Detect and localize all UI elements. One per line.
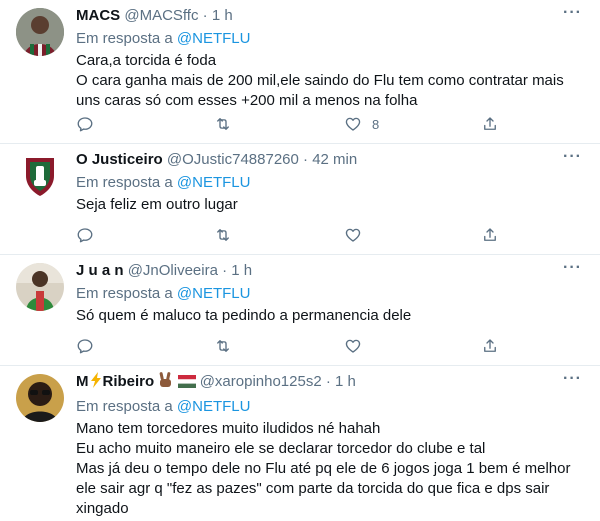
reply-button[interactable] <box>76 115 94 133</box>
timestamp[interactable]: 1 h <box>335 373 356 390</box>
mention-link[interactable]: @NETFLU <box>177 398 251 415</box>
reply-prefix: Em resposta a <box>76 30 173 47</box>
user-handle[interactable]: @JnOliveeira <box>128 262 218 279</box>
timestamp[interactable]: 1 h <box>231 262 252 279</box>
retweet-button[interactable] <box>214 115 232 133</box>
tweet-text: Seja feliz em outro lugar <box>76 195 588 215</box>
like-button[interactable]: 8 <box>344 115 379 133</box>
reply-prefix: Em resposta a <box>76 398 173 415</box>
reply-icon <box>77 228 93 243</box>
user-handle[interactable]: @MACSffc <box>124 7 198 24</box>
separator-dot: · <box>202 7 208 24</box>
tweet-line: Seja feliz em outro lugar <box>76 196 238 213</box>
tweet-line: Só quem é maluco ta pedindo a permanenci… <box>76 307 412 324</box>
tweet[interactable]: M Ribeiro @xaropinho125s2 · 1 h Em respos… <box>0 366 600 521</box>
like-button[interactable] <box>344 337 362 355</box>
display-name[interactable]: O Justiceiro <box>76 151 163 168</box>
like-count: 8 <box>372 116 380 132</box>
tweet-text: Cara,a torcida é foda O cara ganha mais … <box>76 51 588 111</box>
tweet[interactable]: J u a n @JnOliveeira · 1 h Em resposta a… <box>0 255 600 366</box>
display-name-suffix: Ribeiro <box>102 373 155 390</box>
avatar[interactable] <box>16 374 64 422</box>
mention-link[interactable]: @NETFLU <box>177 30 251 47</box>
retweet-icon <box>217 118 229 130</box>
more-icon[interactable]: ··· <box>563 260 582 276</box>
timestamp[interactable]: 1 h <box>212 7 233 24</box>
action-bar <box>76 226 600 246</box>
share-icon <box>484 117 496 130</box>
like-button[interactable] <box>344 226 362 244</box>
display-name-prefix: M <box>76 373 89 390</box>
retweet-button[interactable] <box>214 226 232 244</box>
more-icon[interactable]: ··· <box>563 149 582 165</box>
tweet-line: O cara ganha mais de 200 mil,ele saindo … <box>76 72 564 89</box>
hungary-flag-icon <box>177 374 196 394</box>
share-icon <box>484 339 496 352</box>
reply-icon <box>77 117 93 132</box>
tweet-line: Cara,a torcida é foda <box>76 52 217 69</box>
tweet-line: Mano tem torcedores muito iludidos né ha… <box>76 420 381 437</box>
lightning-icon <box>89 372 103 394</box>
retweet-button[interactable] <box>214 337 232 355</box>
tweet-text: Só quem é maluco ta pedindo a permanenci… <box>76 306 588 326</box>
tweet[interactable]: O Justiceiro @OJustic74887260 · 42 min E… <box>0 144 600 255</box>
more-icon[interactable]: ··· <box>563 5 582 21</box>
timestamp[interactable]: 42 min <box>312 151 357 168</box>
more-icon[interactable]: ··· <box>563 371 582 387</box>
tweet-line: xingado <box>76 500 129 517</box>
tweet-text: Mano tem torcedores muito iludidos né ha… <box>76 419 588 519</box>
like-icon <box>345 228 361 242</box>
mention-link[interactable]: @NETFLU <box>177 174 251 191</box>
retweet-icon <box>217 340 229 352</box>
separator-dot: · <box>325 373 331 390</box>
mention-link[interactable]: @NETFLU <box>177 285 251 302</box>
share-button[interactable] <box>481 226 499 244</box>
tweet-line: Eu acho muito maneiro ele se declarar to… <box>76 440 486 457</box>
share-button[interactable] <box>481 337 499 355</box>
display-name[interactable]: J u a n <box>76 262 124 279</box>
reply-prefix: Em resposta a <box>76 285 173 302</box>
like-icon <box>345 339 361 353</box>
tweet-line: uns caras só com esses +200 mil a menos … <box>76 92 418 109</box>
reply-context: Em resposta a @NETFLU <box>76 173 588 193</box>
peace-hand-icon <box>158 372 173 394</box>
action-bar <box>76 337 600 357</box>
like-icon <box>345 117 361 131</box>
user-handle[interactable]: @OJustic74887260 <box>167 151 299 168</box>
separator-dot: · <box>303 151 309 168</box>
display-name[interactable]: MACS <box>76 7 120 24</box>
avatar[interactable] <box>16 263 64 311</box>
display-name[interactable]: M Ribeiro <box>76 372 155 390</box>
tweet[interactable]: MACS @MACSffc · 1 h Em resposta a @NETFL… <box>0 0 600 144</box>
reply-context: Em resposta a @NETFLU <box>76 284 588 304</box>
retweet-icon <box>217 229 229 241</box>
reply-icon <box>77 339 93 354</box>
tweet-line: ele sair agr q "fez as pazes" com parte … <box>76 480 550 497</box>
reply-button[interactable] <box>76 226 94 244</box>
tweet-line: Mas já deu o tempo dele no Flu até pq el… <box>76 460 571 477</box>
share-icon <box>484 228 496 241</box>
share-button[interactable] <box>481 115 499 133</box>
action-bar: 8 <box>76 115 600 135</box>
separator-dot: · <box>222 262 228 279</box>
reply-prefix: Em resposta a <box>76 174 173 191</box>
reply-button[interactable] <box>76 337 94 355</box>
avatar[interactable] <box>16 152 64 200</box>
reply-context: Em resposta a @NETFLU <box>76 397 588 417</box>
user-handle[interactable]: @xaropinho125s2 <box>200 373 322 390</box>
reply-context: Em resposta a @NETFLU <box>76 29 588 49</box>
avatar[interactable] <box>16 8 64 56</box>
